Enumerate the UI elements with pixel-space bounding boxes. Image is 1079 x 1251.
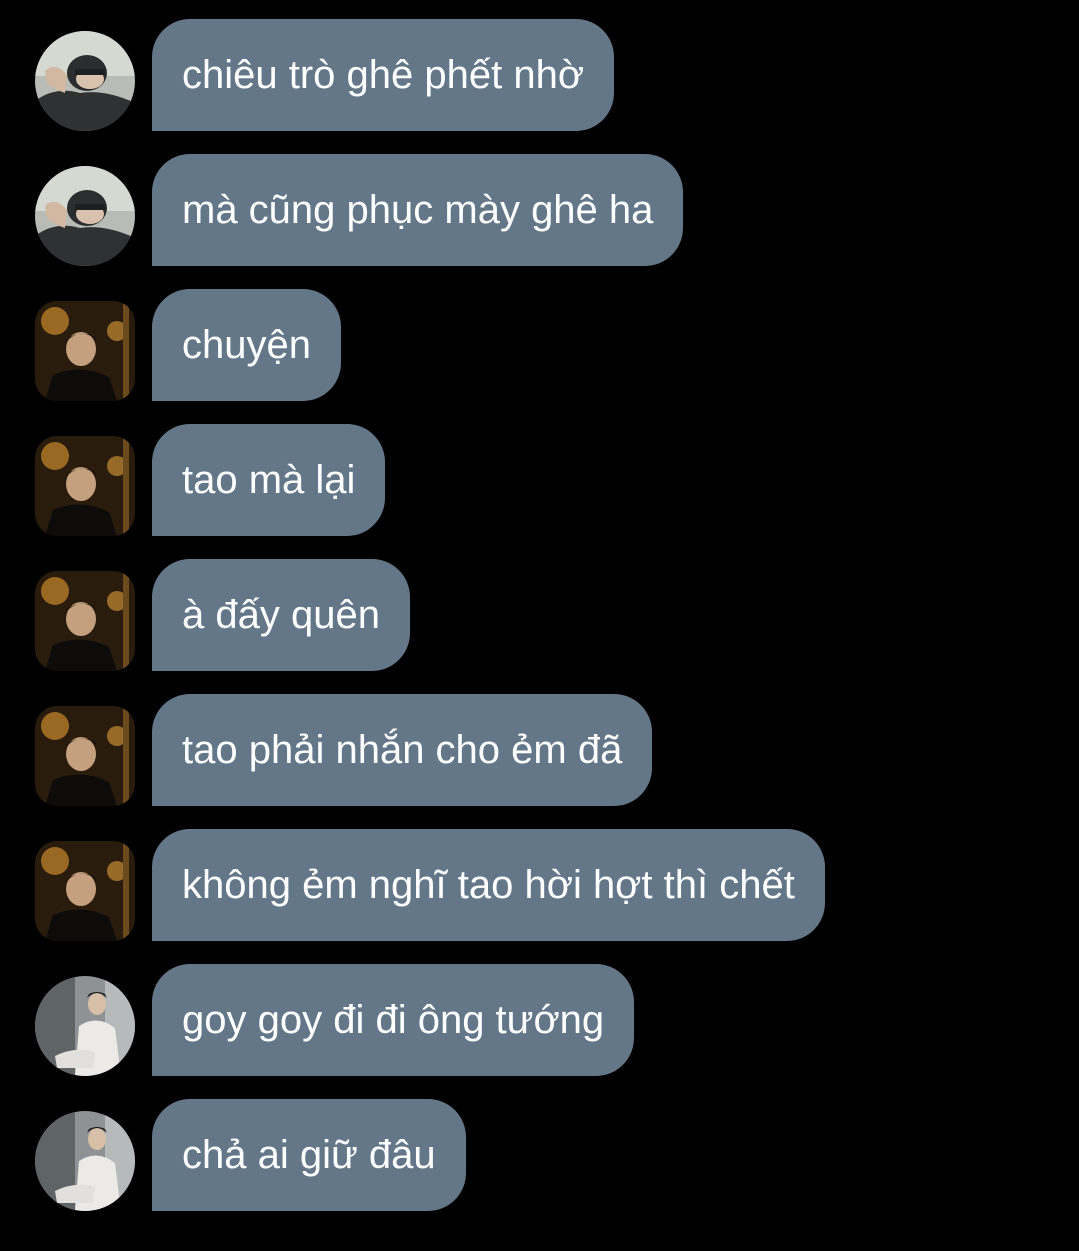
avatar-image (35, 706, 135, 806)
message-bubble[interactable]: à đấy quên (152, 559, 410, 671)
message-row: goy goy đi đi ông tướng (0, 964, 1079, 1076)
message-row: chiêu trò ghê phết nhờ (0, 19, 1079, 131)
avatar-image (35, 841, 135, 941)
avatar-night-street-person[interactable] (35, 706, 135, 806)
message-row: chả ai giữ đâu (0, 1099, 1079, 1211)
message-bubble[interactable]: tao phải nhắn cho ẻm đã (152, 694, 653, 806)
avatar-image (35, 1111, 135, 1211)
avatar-image (35, 571, 135, 671)
message-bubble[interactable]: không ẻm nghĩ tao hời hợt thì chết (152, 829, 825, 941)
avatar-night-street-person[interactable] (35, 571, 135, 671)
message-bubble[interactable]: mà cũng phục mày ghê ha (152, 154, 684, 266)
avatar-seated-person-white-shirt[interactable] (35, 1111, 135, 1211)
avatar-image (35, 31, 135, 131)
message-row: chuyện (0, 289, 1079, 401)
message-row: mà cũng phục mày ghê ha (0, 154, 1079, 266)
avatar-image (35, 976, 135, 1076)
message-bubble[interactable]: chiêu trò ghê phết nhờ (152, 19, 615, 131)
message-row: tao mà lại (0, 424, 1079, 536)
avatar-hood-person[interactable] (35, 31, 135, 131)
message-row: không ẻm nghĩ tao hời hợt thì chết (0, 829, 1079, 941)
message-row: à đấy quên (0, 559, 1079, 671)
avatar-night-street-person[interactable] (35, 301, 135, 401)
message-bubble[interactable]: goy goy đi đi ông tướng (152, 964, 635, 1076)
message-bubble[interactable]: chả ai giữ đâu (152, 1099, 466, 1211)
avatar-night-street-person[interactable] (35, 436, 135, 536)
message-bubble[interactable]: tao mà lại (152, 424, 386, 536)
avatar-night-street-person[interactable] (35, 841, 135, 941)
avatar-image (35, 301, 135, 401)
message-bubble[interactable]: chuyện (152, 289, 341, 401)
avatar-image (35, 166, 135, 266)
avatar-image (35, 436, 135, 536)
message-row: tao phải nhắn cho ẻm đã (0, 694, 1079, 806)
chat-message-list[interactable]: chiêu trò ghê phết nhờ mà cũng phục mày … (0, 0, 1079, 1251)
avatar-seated-person-white-shirt[interactable] (35, 976, 135, 1076)
avatar-hood-person[interactable] (35, 166, 135, 266)
